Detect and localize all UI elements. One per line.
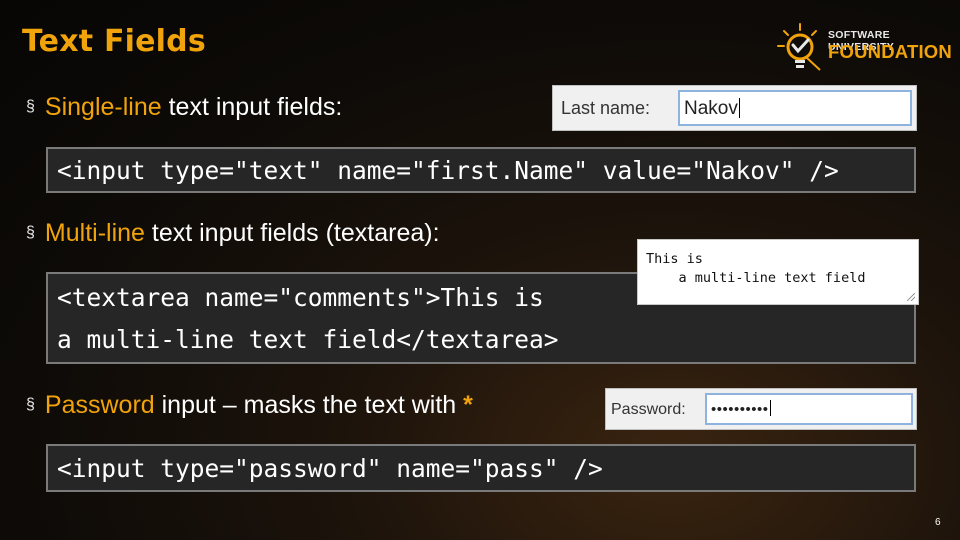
lightbulb-icon bbox=[777, 23, 821, 71]
textarea-demo[interactable]: This is a multi-line text field bbox=[637, 239, 919, 305]
resize-grip-icon[interactable] bbox=[907, 293, 915, 301]
last-name-input[interactable]: Nakov bbox=[678, 90, 912, 126]
password-input-demo: Password: •••••••••• bbox=[605, 388, 917, 430]
bullet-marker: § bbox=[26, 98, 35, 115]
bullet-marker: § bbox=[26, 224, 35, 241]
bullet-text: text input fields (textarea): bbox=[144, 219, 440, 247]
textarea-line: This is bbox=[646, 251, 703, 267]
password-mask: •••••••••• bbox=[711, 401, 769, 418]
bullet-multi-line: § Multi-line text input fields (textarea)… bbox=[26, 219, 440, 248]
bullet-single-line: § Single-line text input fields: bbox=[26, 93, 342, 122]
bullet-highlight: Single-line bbox=[44, 93, 162, 121]
bullet-text: text input fields: bbox=[161, 93, 343, 121]
password-caret bbox=[769, 400, 771, 416]
last-name-label: Last name: bbox=[561, 98, 651, 118]
bullet-text: input – masks the text with bbox=[154, 391, 464, 419]
password-input[interactable]: •••••••••• bbox=[705, 393, 913, 425]
bullet-emphasis: * bbox=[463, 391, 473, 419]
code-line: a multi-line text field</textarea> bbox=[57, 325, 559, 354]
page-number: 6 bbox=[935, 517, 941, 528]
code-block-password: <input type="password" name="pass" /> bbox=[46, 444, 916, 492]
textarea-line: a multi-line text field bbox=[646, 270, 866, 286]
logo-line2: FOUNDATION bbox=[828, 41, 952, 62]
last-name-value: Nakov bbox=[684, 98, 738, 119]
text-input-demo: Last name: Nakov bbox=[552, 85, 917, 131]
text-caret bbox=[738, 98, 740, 118]
password-label: Password: bbox=[611, 401, 686, 418]
textarea-content: This is a multi-line text field bbox=[646, 250, 865, 288]
bullet-highlight: Password bbox=[44, 391, 155, 419]
code-block-single-line: <input type="text" name="first.Name" val… bbox=[46, 147, 916, 193]
bullet-marker: § bbox=[26, 396, 35, 413]
slide-title: Text Fields bbox=[22, 24, 206, 59]
software-university-logo: SOFTWARE UNIVERSITY FOUNDATION bbox=[776, 18, 952, 74]
bullet-highlight: Multi-line bbox=[44, 219, 145, 247]
bullet-password: § Password input – masks the text with * bbox=[26, 391, 473, 420]
